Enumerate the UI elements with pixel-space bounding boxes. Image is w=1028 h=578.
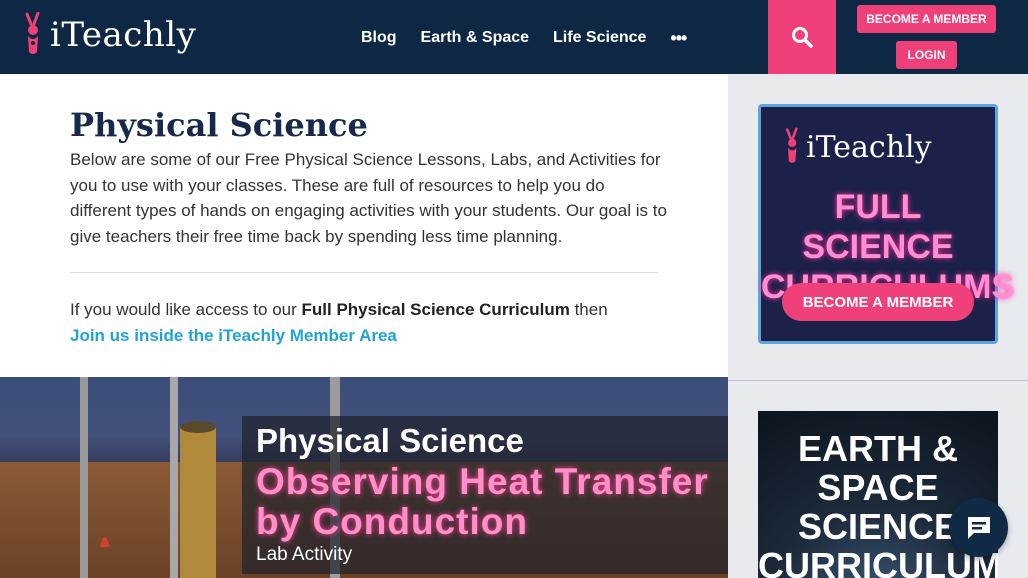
ad2-title-line1: EARTH &: [798, 428, 958, 469]
sidebar-ad-earth-space[interactable]: EARTH & SPACE SCIENCE CURRICULUM: [758, 411, 998, 578]
chat-icon: [967, 516, 990, 539]
ad-logo: iTeachly: [783, 127, 932, 167]
ad-title-line1: FULL SCIENCE: [802, 188, 954, 266]
divider: [70, 272, 658, 273]
nav-more-icon[interactable]: •••: [670, 29, 687, 47]
hero-caption: Lab Activity: [256, 544, 353, 565]
login-button[interactable]: LOGIN: [896, 41, 957, 69]
ad2-title-line2: SPACE: [817, 467, 939, 508]
hero-title: Physical Science: [256, 422, 524, 459]
member-area-link[interactable]: Join us inside the iTeachly Member Area: [70, 323, 397, 349]
ad-logo-text: iTeachly: [806, 129, 932, 165]
access-text-prefix: If you would like access to our: [70, 300, 302, 319]
intro-paragraph: Below are some of our Free Physical Scie…: [70, 150, 667, 246]
hero-banner[interactable]: Physical Science Observing Heat Transfer…: [0, 377, 728, 578]
bunny-logo-icon: [785, 127, 798, 163]
chat-button[interactable]: [949, 498, 1008, 557]
access-text-bold: Full Physical Science Curriculum: [301, 300, 570, 319]
search-icon: [792, 27, 813, 48]
nav-item-blog[interactable]: Blog: [361, 29, 397, 47]
bunny-logo-icon: [25, 12, 40, 54]
hero-overlay: Physical Science Observing Heat Transfer…: [242, 416, 728, 574]
brand-name: iTeachly: [50, 15, 197, 55]
sidebar-divider: [728, 380, 1028, 381]
become-member-button[interactable]: BECOME A MEMBER: [857, 5, 996, 33]
ad-become-member-button[interactable]: BECOME A MEMBER: [782, 283, 974, 321]
page-title: Physical Science: [70, 106, 368, 144]
main-nav: Blog Earth & Space Life Science •••: [361, 29, 687, 47]
search-button[interactable]: [768, 0, 836, 74]
access-text-suffix: then: [569, 300, 608, 319]
site-logo[interactable]: iTeachly: [22, 12, 196, 58]
sidebar-ad-full-curriculums[interactable]: iTeachly FULL SCIENCE CURRICULUMS BECOME…: [758, 104, 1014, 344]
site-header: iTeachly Blog Earth & Space Life Science…: [0, 0, 1028, 74]
nav-item-earth-space[interactable]: Earth & Space: [421, 29, 529, 47]
main-content: Physical Science Below are some of our F…: [0, 74, 728, 377]
hero-subtitle: Observing Heat Transfer by Conduction: [256, 461, 709, 542]
nav-item-life-science[interactable]: Life Science: [553, 29, 646, 47]
ad2-title-line3: SCIENCE: [797, 506, 959, 547]
access-paragraph: If you would like access to our Full Phy…: [70, 297, 690, 348]
